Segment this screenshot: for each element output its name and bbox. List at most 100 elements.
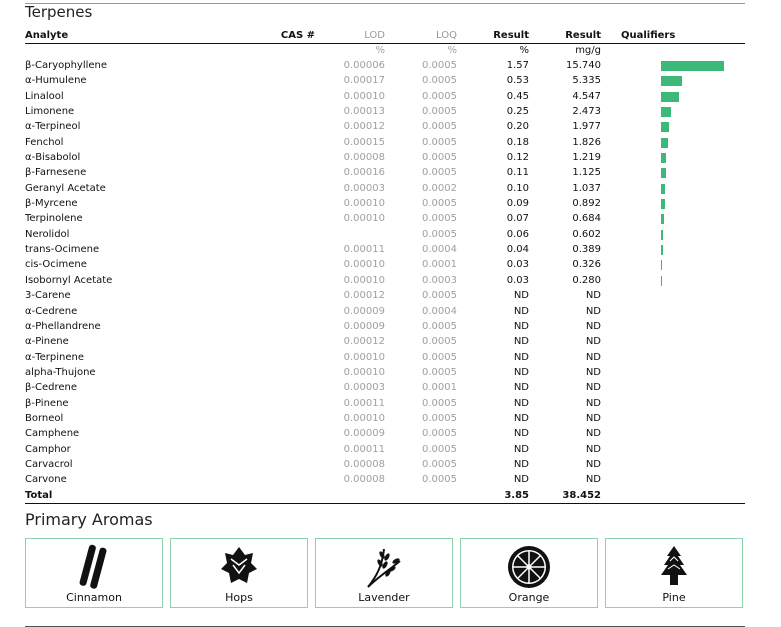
hops-icon (171, 543, 307, 591)
lod-cell: 0.00008 (343, 474, 385, 486)
qualifier-cell (601, 442, 745, 457)
loq-cell: 0.0004 (422, 244, 457, 256)
loq-cell: 0.0005 (422, 167, 457, 179)
table-row: Carvacrol 0.00008 0.0005 ND ND (25, 457, 745, 472)
table-row: β-Caryophyllene 0.00006 0.0005 1.57 15.740 (25, 58, 745, 73)
lavender-icon (316, 543, 452, 591)
loq-cell: 0.0005 (422, 366, 457, 378)
cas-cell (225, 350, 315, 365)
table-row: Terpinolene 0.00010 0.0005 0.07 0.684 (25, 211, 745, 226)
qualifier-cell (601, 396, 745, 411)
cas-cell (225, 73, 315, 88)
cas-cell (225, 319, 315, 334)
cas-cell (225, 89, 315, 104)
qualifier-cell (601, 319, 745, 334)
result-pct-cell: ND (513, 305, 529, 317)
loq-cell: 0.0001 (422, 382, 457, 394)
lod-cell: 0.00010 (343, 274, 385, 286)
result-mg-cell: 1.977 (572, 121, 601, 133)
analyte-cell: Terpinolene (25, 213, 83, 225)
qualifier-cell (601, 273, 745, 288)
result-bar (661, 137, 669, 148)
result-mg-cell: ND (585, 474, 601, 486)
section-title: Terpenes (25, 3, 93, 21)
col-header-lod: LOD (315, 29, 385, 44)
result-mg-cell: ND (585, 428, 601, 440)
aroma-label: Lavender (358, 591, 410, 604)
qualifier-cell (601, 380, 745, 395)
loq-cell: 0.0002 (422, 182, 457, 194)
result-mg-cell: ND (585, 366, 601, 378)
col-header-result-mg: Result (529, 29, 601, 44)
total-label: Total (25, 487, 225, 504)
result-mg-cell: 0.389 (572, 244, 601, 256)
cas-cell (225, 181, 315, 196)
analyte-cell: α-Phellandrene (25, 320, 101, 332)
cas-cell (225, 196, 315, 211)
cas-cell (225, 119, 315, 134)
result-mg-cell: 0.326 (572, 259, 601, 271)
result-pct-cell: 0.07 (506, 213, 529, 225)
result-pct-cell: 0.18 (506, 136, 529, 148)
result-mg-cell: 0.280 (572, 274, 601, 286)
col-header-analyte: Analyte (25, 29, 225, 44)
table-row: 3-Carene 0.00012 0.0005 ND ND (25, 288, 745, 303)
cas-cell (225, 242, 315, 257)
col-header-loq: LOQ (385, 29, 457, 44)
loq-cell: 0.0005 (422, 106, 457, 118)
empty-cell (315, 487, 385, 504)
qualifier-cell (601, 411, 745, 426)
analyte-cell: α-Terpineol (25, 121, 81, 133)
analyte-cell: α-Pinene (25, 336, 69, 348)
result-mg-cell: ND (585, 305, 601, 317)
cas-cell (225, 472, 315, 487)
table-row: Geranyl Acetate 0.00003 0.0002 0.10 1.037 (25, 181, 745, 196)
empty-cell (385, 487, 457, 504)
result-pct-cell: ND (513, 320, 529, 332)
analyte-cell: α-Cedrene (25, 305, 78, 317)
lod-cell: 0.00010 (343, 90, 385, 102)
table-row: cis-Ocimene 0.00010 0.0001 0.03 0.326 (25, 257, 745, 272)
result-mg-cell: ND (585, 412, 601, 424)
result-bar (661, 229, 664, 240)
loq-cell: 0.0005 (422, 136, 457, 148)
qualifier-cell (601, 426, 745, 441)
result-pct-cell: ND (513, 366, 529, 378)
lod-cell: 0.00010 (343, 198, 385, 210)
analyte-cell: Fenchol (25, 136, 64, 148)
result-bar (661, 122, 669, 133)
table-row: β-Cedrene 0.00003 0.0001 ND ND (25, 380, 745, 395)
table-row: Camphor 0.00011 0.0005 ND ND (25, 442, 745, 457)
loq-cell: 0.0005 (422, 90, 457, 102)
cas-cell (225, 273, 315, 288)
cas-cell (225, 165, 315, 180)
loq-cell: 0.0005 (422, 412, 457, 424)
aromas-title: Primary Aromas (25, 510, 153, 529)
analyte-cell: β-Cedrene (25, 382, 78, 394)
analyte-cell: Carvone (25, 474, 67, 486)
result-bar (661, 245, 663, 256)
analyte-cell: Camphene (25, 428, 80, 440)
cinnamon-icon (26, 543, 162, 591)
loq-cell: 0.0005 (422, 228, 457, 240)
qualifier-cell (601, 104, 745, 119)
qualifier-cell (601, 288, 745, 303)
empty-cell (225, 487, 315, 504)
analyte-cell: β-Farnesene (25, 167, 87, 179)
qualifier-cell (601, 165, 745, 180)
lod-cell: 0.00008 (343, 152, 385, 164)
analyte-cell: β-Myrcene (25, 198, 78, 210)
loq-cell: 0.0005 (422, 152, 457, 164)
table-header-row: Analyte CAS # LOD LOQ Result Result Qual… (25, 29, 745, 44)
loq-cell: 0.0005 (422, 397, 457, 409)
result-pct-cell: 0.12 (506, 152, 529, 164)
result-bar (661, 214, 664, 225)
cas-cell (225, 288, 315, 303)
result-mg-cell: ND (585, 458, 601, 470)
lod-cell: 0.00015 (343, 136, 385, 148)
qualifier-cell (601, 135, 745, 150)
result-pct-cell: ND (513, 412, 529, 424)
table-row: α-Humulene 0.00017 0.0005 0.53 5.335 (25, 73, 745, 88)
result-mg-cell: 0.892 (572, 198, 601, 210)
table-row: Nerolidol 0.0005 0.06 0.602 (25, 227, 745, 242)
